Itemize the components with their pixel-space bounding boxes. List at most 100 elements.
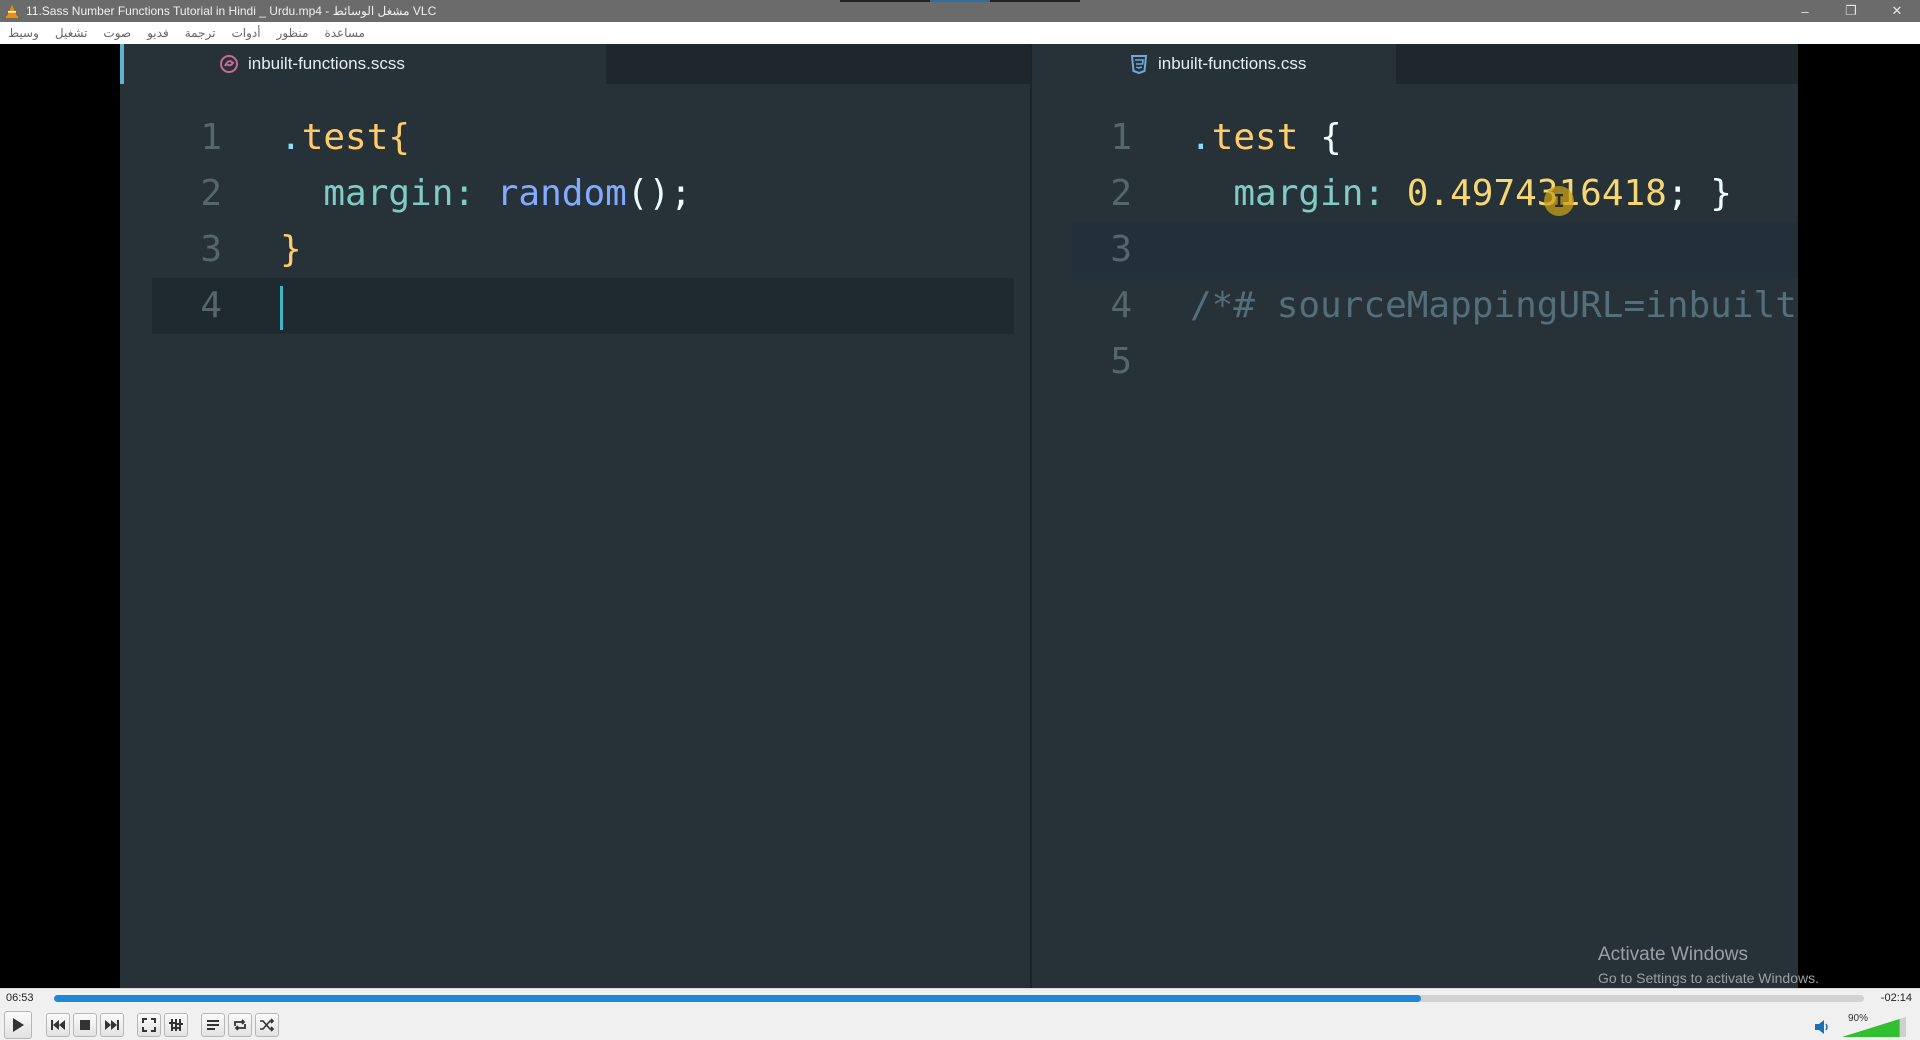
speaker-icon[interactable] <box>1814 1019 1832 1040</box>
tab-scss-file: inbuilt-functions.scss <box>124 44 606 84</box>
close-button[interactable]: ✕ <box>1874 0 1920 22</box>
line-number: 2 <box>200 173 222 214</box>
text-cursor <box>280 286 283 330</box>
code-line: 1 .test{ <box>124 110 1030 166</box>
playlist-icon <box>206 1019 220 1031</box>
seek-slider[interactable] <box>54 995 1864 1002</box>
code-token: random <box>496 173 627 214</box>
line-number: 3 <box>1110 229 1132 270</box>
previous-icon <box>50 1019 66 1031</box>
vlc-cone-icon <box>4 3 20 19</box>
shuffle-icon <box>259 1018 275 1032</box>
remaining-time[interactable]: -02:14 <box>1881 992 1912 1004</box>
code-token: { <box>388 117 411 158</box>
active-code-line: 4 <box>152 278 1014 334</box>
tab-css-filename: inbuilt-functions.css <box>1158 54 1307 73</box>
previous-button[interactable] <box>46 1013 70 1037</box>
stop-button[interactable] <box>73 1013 97 1037</box>
code-token: . <box>280 117 302 158</box>
volume-slider[interactable] <box>1842 1017 1906 1037</box>
minimize-icon: – <box>1801 3 1809 19</box>
play-button[interactable] <box>4 1011 32 1039</box>
window-titlebar: 11.Sass Number Functions Tutorial in Hin… <box>0 0 1920 22</box>
activate-windows-watermark: Activate Windows Go to Settings to activ… <box>1598 944 1819 986</box>
code-token: ; } <box>1666 173 1732 214</box>
menu-tools[interactable]: أدوات <box>231 26 260 40</box>
watermark-title: Activate Windows <box>1598 944 1748 965</box>
line-number: 3 <box>200 229 222 270</box>
code-line: 2 margin: 0.4974316418; } <box>1032 166 1798 222</box>
line-number: 4 <box>1110 285 1132 326</box>
extended-settings-icon <box>169 1018 183 1032</box>
ibeam-glyph: I <box>1553 190 1565 212</box>
code-comment: /*# sourceMappingURL=inbuilt- <box>1190 285 1798 326</box>
code-editor-frame: inbuilt-functions.scss inbuilt-functions… <box>120 44 1798 988</box>
restore-icon: ❐ <box>1845 3 1857 18</box>
code-line: 1 .test { <box>1032 110 1798 166</box>
window-title: 11.Sass Number Functions Tutorial in Hin… <box>26 4 437 18</box>
tab-scss-filename: inbuilt-functions.scss <box>248 54 405 73</box>
menu-video[interactable]: فديو <box>147 26 169 40</box>
menu-audio[interactable]: صوت <box>103 26 131 40</box>
line-number: 2 <box>1110 173 1132 214</box>
line-number: 1 <box>1110 117 1132 158</box>
close-icon: ✕ <box>1891 3 1903 18</box>
volume-level-fill <box>1842 1019 1900 1037</box>
fullscreen-icon <box>142 1018 156 1032</box>
control-buttons: 90% <box>0 1011 1920 1039</box>
code-token: : <box>1363 173 1407 214</box>
next-icon <box>104 1019 120 1031</box>
code-line: 2 margin: random(); <box>124 166 1030 222</box>
code-line: 4 /*# sourceMappingURL=inbuilt- <box>1032 278 1798 334</box>
stop-icon <box>79 1019 91 1031</box>
code-token: { <box>1298 117 1342 158</box>
playlist-button[interactable] <box>201 1013 225 1037</box>
tab-css-file: inbuilt-functions.css <box>1032 44 1396 84</box>
code-token: margin <box>280 173 454 214</box>
seek-row: 06:53 -02:14 <box>0 989 1920 1009</box>
code-text: } <box>280 222 302 278</box>
scss-code-pane: 1 .test{ 2 margin: random(); 3 } 4 <box>124 84 1030 988</box>
watermark-subtitle: Go to Settings to activate Windows. <box>1598 970 1819 986</box>
code-token: test <box>301 117 389 158</box>
play-icon <box>11 1017 25 1033</box>
fullscreen-button[interactable] <box>137 1013 161 1037</box>
code-text: margin: 0.4974316418; } <box>1190 166 1732 222</box>
code-token: } <box>280 229 302 270</box>
sass-icon <box>218 53 240 75</box>
code-line: 5 <box>1032 334 1798 390</box>
code-token: test <box>1211 117 1299 158</box>
code-token: 0.4974316418 <box>1406 173 1667 214</box>
code-token: margin <box>1190 173 1364 214</box>
elapsed-time[interactable]: 06:53 <box>6 992 34 1004</box>
css-code-pane: 1 .test { 2 margin: 0.4974316418; } 3 4 … <box>1032 84 1798 988</box>
menu-subtitle[interactable]: ترجمة <box>185 26 216 40</box>
line-number: 5 <box>1110 341 1132 382</box>
menu-media[interactable]: وسيط <box>8 26 39 40</box>
code-text: margin: random(); <box>280 166 692 222</box>
mouse-cursor-icon: I <box>1544 186 1574 216</box>
code-token: . <box>1190 117 1212 158</box>
titlebar-indicator <box>840 0 1080 2</box>
shuffle-button[interactable] <box>255 1013 279 1037</box>
next-button[interactable] <box>100 1013 124 1037</box>
player-controls: 06:53 -02:14 90% <box>0 988 1920 1040</box>
minimize-button[interactable]: – <box>1782 0 1828 22</box>
code-token: : <box>453 173 497 214</box>
restore-button[interactable]: ❐ <box>1828 0 1874 22</box>
menu-help[interactable]: مساعدة <box>324 26 365 40</box>
code-text: .test { <box>1190 110 1342 166</box>
code-token: (); <box>626 173 692 214</box>
code-line: 3 } <box>124 222 1030 278</box>
seek-progress-fill <box>54 995 1421 1002</box>
video-area[interactable]: inbuilt-functions.scss inbuilt-functions… <box>0 44 1920 988</box>
menu-bar: وسيط تشغيل صوت فديو ترجمة أدوات منظور مس… <box>0 22 1920 44</box>
line-number: 4 <box>200 285 222 326</box>
loop-button[interactable] <box>228 1013 252 1037</box>
code-text: .test{ <box>280 110 410 166</box>
menu-view[interactable]: منظور <box>277 26 309 40</box>
extended-settings-button[interactable] <box>164 1013 188 1037</box>
css3-icon <box>1128 53 1150 75</box>
menu-playback[interactable]: تشغيل <box>55 26 88 40</box>
loop-icon <box>232 1018 248 1032</box>
